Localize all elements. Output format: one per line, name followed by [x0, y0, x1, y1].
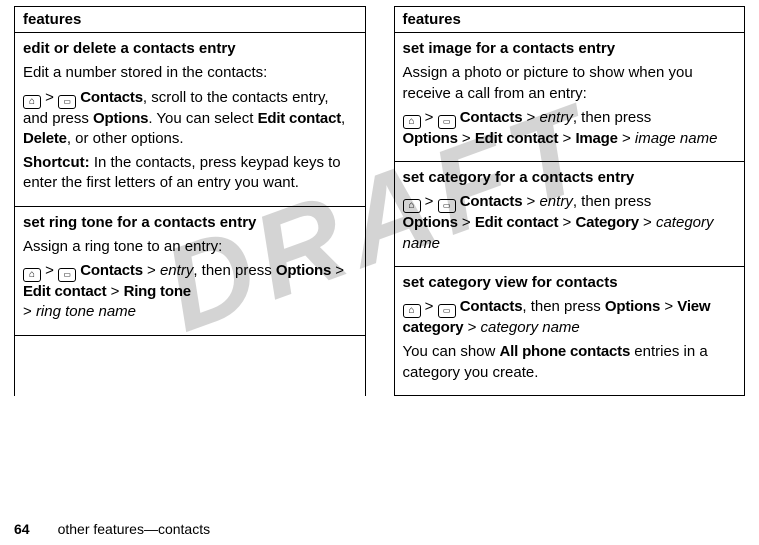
cell-title: set image for a contacts entry [403, 39, 737, 59]
tail2: . You can select [148, 110, 257, 127]
cell-nav: > Contacts > entry, then press Options >… [403, 192, 737, 254]
section-label: other features—contacts [58, 521, 211, 537]
contacts-label: Contacts [80, 89, 143, 106]
options-label: Options [276, 262, 331, 279]
gt: > [106, 283, 123, 300]
ringtone-label: Ring tone [124, 283, 191, 300]
left-column: features edit or delete a contacts entry… [14, 6, 366, 396]
gt: > [331, 262, 344, 279]
cell-title: set category for a contacts entry [403, 168, 737, 188]
contacts-label: Contacts [80, 262, 143, 279]
left-cell-edit-delete: edit or delete a contacts entry Edit a n… [15, 33, 365, 207]
editcontact-label: Edit contact [23, 283, 106, 300]
home-icon [23, 268, 41, 282]
cell-text: Assign a photo or picture to show when y… [403, 63, 737, 104]
entry-var: entry [539, 109, 572, 126]
page-number: 64 [14, 521, 30, 537]
cell-tail: You can show All phone contacts entries … [403, 342, 737, 383]
categoryname-var: category name [481, 319, 580, 336]
tail3: , or other options. [67, 130, 184, 147]
right-cell-image: set image for a contacts entry Assign a … [395, 33, 745, 162]
home-icon [403, 304, 421, 318]
cell-nav: > Contacts, then press Options > View ca… [403, 297, 737, 338]
then-press: , then press [573, 109, 651, 126]
allphone-label: All phone contacts [500, 343, 631, 360]
right-column: features set image for a contacts entry … [394, 6, 746, 396]
right-cell-category-view: set category view for contacts > Contact… [395, 267, 745, 396]
options-label: Options [403, 130, 458, 147]
cell-nav: > Contacts > entry, then press Options >… [23, 261, 357, 323]
contacts-icon [438, 199, 456, 213]
gt: > [143, 262, 160, 279]
comma: , [341, 110, 345, 127]
entry-var: entry [539, 193, 572, 210]
left-header: features [15, 7, 365, 33]
contacts-label: Contacts [460, 298, 523, 315]
ringtonename-var: ring tone name [36, 303, 136, 320]
contacts-icon [438, 115, 456, 129]
home-icon [403, 199, 421, 213]
cell-title: set category view for contacts [403, 273, 737, 293]
shortcut-line: Shortcut: In the contacts, press keypad … [23, 153, 357, 194]
content-columns: features edit or delete a contacts entry… [0, 0, 759, 396]
delete-label: Delete [23, 130, 67, 147]
cell-text: Edit a number stored in the contacts: [23, 63, 357, 83]
contacts-label: Contacts [460, 109, 523, 126]
shortcut-label: Shortcut: [23, 154, 90, 171]
entry-var: entry [160, 262, 193, 279]
right-cell-category: set category for a contacts entry > Cont… [395, 162, 745, 267]
editcontact-label: Edit contact [475, 214, 558, 231]
then-press: , then press [522, 298, 605, 315]
editcontact-label: Edit contact [475, 130, 558, 147]
options-label: Options [605, 298, 660, 315]
image-label: Image [575, 130, 617, 147]
options-label: Options [403, 214, 458, 231]
cell-nav: > Contacts, scroll to the contacts entry… [23, 88, 357, 150]
contacts-icon [58, 268, 76, 282]
cell-title: set ring tone for a contacts entry [23, 213, 357, 233]
contacts-label: Contacts [460, 193, 523, 210]
cell-text: Assign a ring tone to an entry: [23, 237, 357, 257]
category-label: Category [575, 214, 638, 231]
tail-pre: You can show [403, 343, 500, 360]
imagename-var: image name [635, 130, 718, 147]
home-icon [403, 115, 421, 129]
contacts-icon [438, 304, 456, 318]
left-cell-ringtone: set ring tone for a contacts entry Assig… [15, 207, 365, 336]
right-header: features [395, 7, 745, 33]
options-label: Options [93, 110, 148, 127]
page-footer: 64 other features—contacts [14, 521, 210, 537]
cell-nav: > Contacts > entry, then press Options >… [403, 108, 737, 149]
editcontact-label: Edit contact [258, 110, 341, 127]
then-press: , then press [193, 262, 276, 279]
home-icon [23, 95, 41, 109]
then-press: , then press [573, 193, 651, 210]
contacts-icon [58, 95, 76, 109]
cell-title: edit or delete a contacts entry [23, 39, 357, 59]
